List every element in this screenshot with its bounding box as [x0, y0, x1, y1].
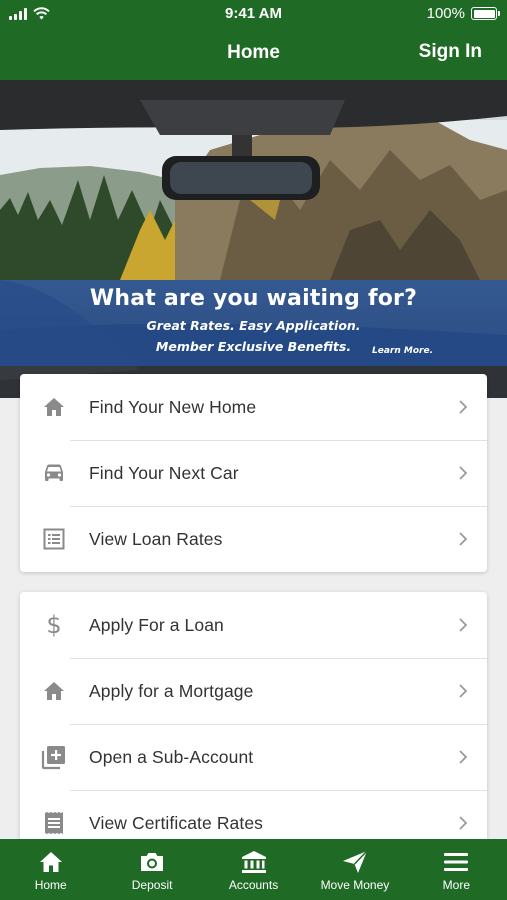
- home-icon: [41, 678, 67, 704]
- item-label: Apply For a Loan: [89, 614, 224, 635]
- tab-accounts[interactable]: Accounts: [203, 839, 304, 900]
- home-icon: [0, 847, 101, 877]
- home-icon: [41, 394, 67, 420]
- item-label: Apply for a Mortgage: [89, 680, 254, 701]
- paper-plane-icon: [304, 847, 405, 877]
- battery-percent: 100%: [426, 5, 465, 22]
- dollar-icon: $: [46, 611, 62, 639]
- status-right: 100%: [426, 5, 500, 22]
- apply-for-mortgage-item[interactable]: Apply for a Mortgage: [20, 658, 487, 724]
- banner-tagline-1: Great Rates. Easy Application.: [146, 318, 361, 333]
- bottom-tab-bar: Home Deposit Accounts Move Money More: [0, 839, 507, 900]
- battery-icon: [471, 7, 500, 20]
- list-icon: [41, 526, 67, 552]
- item-label: Find Your Next Car: [89, 462, 239, 483]
- item-label: Find Your New Home: [89, 396, 257, 417]
- sign-in-button[interactable]: Sign In: [419, 41, 482, 63]
- nav-bar: Home Sign In: [0, 30, 507, 76]
- tab-label: Deposit: [131, 878, 173, 892]
- camera-icon: [101, 847, 202, 877]
- chevron-right-icon: [459, 466, 468, 480]
- tab-deposit[interactable]: Deposit: [101, 839, 202, 900]
- item-label: Open a Sub-Account: [89, 746, 254, 767]
- tab-home[interactable]: Home: [0, 839, 101, 900]
- menu-icon: [406, 847, 507, 877]
- chevron-right-icon: [459, 532, 468, 546]
- tab-label: More: [442, 878, 470, 892]
- find-new-home-item[interactable]: Find Your New Home: [20, 374, 487, 440]
- bank-icon: [203, 847, 304, 877]
- learn-more-link[interactable]: Learn More.: [372, 346, 433, 356]
- chevron-right-icon: [459, 618, 468, 632]
- quick-links-card: Find Your New Home Find Your Next Car Vi…: [20, 374, 487, 572]
- banner-text-band: What are you waiting for? Great Rates. E…: [0, 280, 507, 366]
- top-bar: 9:41 AM 100% Home Sign In: [0, 0, 507, 80]
- find-next-car-item[interactable]: Find Your Next Car: [20, 440, 487, 506]
- chevron-right-icon: [459, 684, 468, 698]
- tab-label: Move Money: [320, 878, 390, 892]
- apply-for-loan-item[interactable]: $ Apply For a Loan: [20, 592, 487, 658]
- chevron-right-icon: [459, 400, 468, 414]
- status-bar: 9:41 AM 100%: [0, 0, 507, 28]
- tab-more[interactable]: More: [406, 839, 507, 900]
- tab-move-money[interactable]: Move Money: [304, 839, 405, 900]
- tab-label: Home: [34, 878, 67, 892]
- certificate-icon: [41, 810, 67, 836]
- chevron-right-icon: [459, 816, 468, 830]
- promo-banner[interactable]: What are you waiting for? Great Rates. E…: [0, 80, 507, 398]
- view-certificate-rates-item[interactable]: View Certificate Rates: [20, 790, 487, 840]
- view-loan-rates-item[interactable]: View Loan Rates: [20, 506, 487, 572]
- add-box-icon: [41, 744, 67, 770]
- actions-card: $ Apply For a Loan Apply for a Mortgage …: [20, 592, 487, 840]
- car-icon: [41, 460, 67, 486]
- chevron-right-icon: [459, 750, 468, 764]
- tab-label: Accounts: [228, 878, 279, 892]
- open-sub-account-item[interactable]: Open a Sub-Account: [20, 724, 487, 790]
- item-label: View Certificate Rates: [89, 812, 264, 833]
- item-label: View Loan Rates: [89, 528, 223, 549]
- banner-headline: What are you waiting for?: [89, 286, 418, 311]
